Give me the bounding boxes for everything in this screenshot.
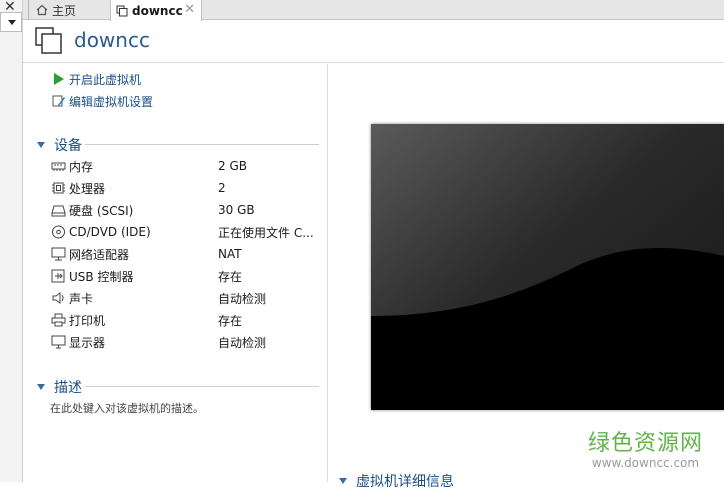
device-name: 内存 bbox=[69, 159, 94, 174]
display-icon bbox=[51, 335, 66, 349]
device-name: CD/DVD (IDE) bbox=[69, 225, 151, 239]
device-row-disk[interactable]: 硬盘 (SCSI) 30 GB bbox=[51, 200, 321, 220]
cd-icon bbox=[51, 225, 66, 239]
device-value: 2 bbox=[218, 181, 226, 195]
printer-icon bbox=[51, 313, 66, 327]
tab-downcc-label: downcc bbox=[132, 3, 183, 18]
vm-title: downcc bbox=[74, 28, 150, 52]
panel-divider bbox=[327, 64, 328, 482]
device-name: 显示器 bbox=[69, 335, 106, 350]
usb-icon bbox=[51, 269, 66, 283]
dropdown[interactable] bbox=[0, 12, 22, 32]
device-value: NAT bbox=[218, 247, 242, 261]
edit-settings-link[interactable]: 编辑虚拟机设置 bbox=[52, 92, 153, 110]
play-icon bbox=[52, 72, 66, 86]
power-on-label: 开启此虚拟机 bbox=[69, 72, 142, 87]
device-row-display[interactable]: 显示器 自动检测 bbox=[51, 332, 321, 352]
tab-bar: 主页 ✕ downcc ✕ bbox=[23, 0, 724, 21]
vm-screen-preview[interactable] bbox=[371, 124, 724, 410]
collapse-triangle-icon bbox=[37, 142, 45, 148]
devices-heading: 设备 bbox=[54, 138, 82, 154]
device-row-sound[interactable]: 声卡 自动检测 bbox=[51, 288, 321, 308]
description-section-header[interactable]: 描述 bbox=[37, 377, 82, 397]
device-name: 网络适配器 bbox=[69, 247, 130, 262]
devices-section-header[interactable]: 设备 bbox=[37, 135, 82, 155]
close-tab-icon[interactable]: ✕ bbox=[184, 2, 195, 17]
memory-icon bbox=[51, 159, 66, 173]
home-icon bbox=[36, 4, 48, 16]
left-panel-strip: ✕ bbox=[0, 0, 23, 482]
chevron-down-icon bbox=[8, 20, 16, 25]
vm-details-section-header[interactable]: 虚拟机详细信息 bbox=[339, 471, 454, 491]
vm-icon bbox=[35, 27, 63, 55]
vm-header: downcc bbox=[23, 21, 724, 63]
device-name: 打印机 bbox=[69, 313, 106, 328]
device-row-cpu[interactable]: 处理器 2 bbox=[51, 178, 321, 198]
device-name: USB 控制器 bbox=[69, 269, 134, 284]
vm-details-heading: 虚拟机详细信息 bbox=[356, 474, 454, 490]
network-icon bbox=[51, 247, 66, 261]
device-value: 自动检测 bbox=[218, 291, 267, 306]
tab-home-label: 主页 bbox=[52, 3, 77, 18]
edit-settings-label: 编辑虚拟机设置 bbox=[69, 94, 154, 109]
vm-summary-page: downcc 开启此虚拟机 编辑虚拟机设置 设备 内存 2 GB 处理器 2 硬… bbox=[23, 21, 724, 490]
watermark-url: www.downcc.com bbox=[591, 456, 700, 470]
device-name: 硬盘 (SCSI) bbox=[69, 203, 134, 218]
device-value: 自动检测 bbox=[218, 335, 267, 350]
watermark: 绿色资源网 www.downcc.com bbox=[588, 425, 703, 470]
device-value: 30 GB bbox=[218, 203, 255, 217]
device-row-printer[interactable]: 打印机 存在 bbox=[51, 310, 321, 330]
cpu-icon bbox=[51, 181, 66, 195]
description-field[interactable]: 在此处键入对该虚拟机的描述。 bbox=[50, 400, 204, 416]
device-value: 正在使用文件 C... bbox=[218, 225, 314, 240]
section-divider bbox=[85, 144, 319, 145]
device-value: 存在 bbox=[218, 269, 243, 284]
power-on-link[interactable]: 开启此虚拟机 bbox=[52, 70, 141, 88]
disk-icon bbox=[51, 203, 66, 217]
watermark-main: 绿色资源网 bbox=[588, 431, 704, 456]
device-row-usb[interactable]: USB 控制器 存在 bbox=[51, 266, 321, 286]
device-name: 声卡 bbox=[69, 291, 94, 306]
sound-icon bbox=[51, 291, 66, 305]
device-name: 处理器 bbox=[69, 181, 106, 196]
vm-tab-icon bbox=[116, 5, 128, 17]
section-divider bbox=[85, 386, 319, 387]
device-value: 存在 bbox=[218, 313, 243, 328]
device-value: 2 GB bbox=[218, 159, 247, 173]
device-row-memory[interactable]: 内存 2 GB bbox=[51, 156, 321, 176]
edit-settings-icon bbox=[52, 94, 66, 108]
device-row-cd-dvd[interactable]: CD/DVD (IDE) 正在使用文件 C... bbox=[51, 222, 321, 242]
device-row-network[interactable]: 网络适配器 NAT bbox=[51, 244, 321, 264]
tab-downcc[interactable]: downcc ✕ bbox=[110, 0, 202, 21]
collapse-triangle-icon bbox=[339, 478, 347, 484]
description-heading: 描述 bbox=[54, 380, 82, 396]
collapse-triangle-icon bbox=[37, 384, 45, 390]
